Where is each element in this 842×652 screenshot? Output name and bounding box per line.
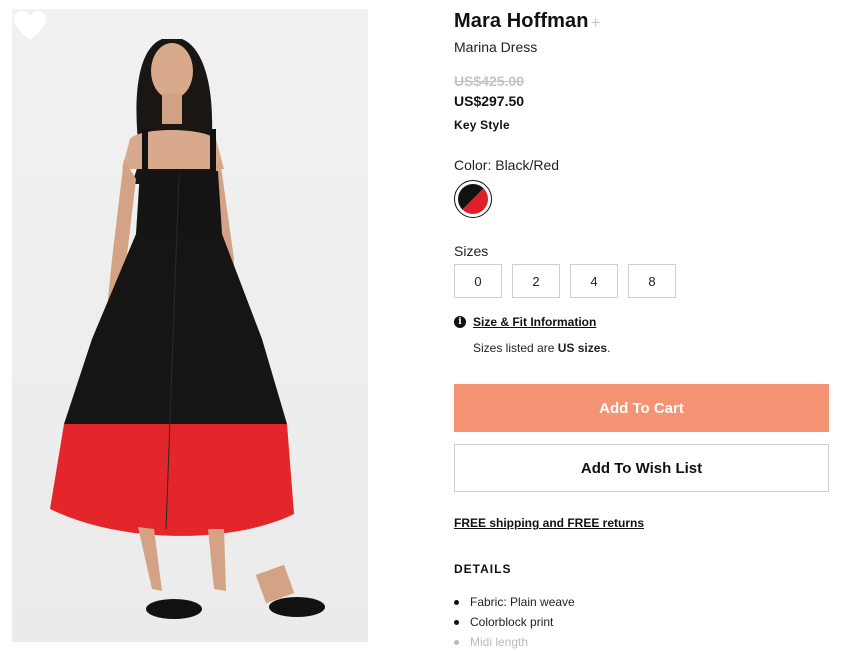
details-item: Fabric: Plain weave (454, 592, 575, 612)
info-icon: i (454, 316, 466, 328)
size-option-4[interactable]: 4 (570, 264, 618, 298)
key-style-badge: Key Style (454, 118, 510, 132)
details-item-text: Midi length (470, 635, 529, 649)
size-option-0[interactable]: 0 (454, 264, 502, 298)
details-list: Fabric: Plain weave Colorblock print Mid… (454, 592, 575, 652)
size-fit-link[interactable]: Size & Fit Information (473, 315, 596, 329)
sizes-note-suffix: . (607, 341, 611, 355)
bullet-icon (454, 639, 459, 645)
brand-follow-plus-icon[interactable]: + (591, 13, 601, 33)
details-item: Midi length (454, 632, 575, 652)
size-option-8[interactable]: 8 (628, 264, 676, 298)
details-item-text: Colorblock print (470, 615, 554, 629)
sizes-note: Sizes listed are US sizes. (473, 341, 610, 355)
add-to-cart-button[interactable]: Add To Cart (454, 384, 829, 432)
bullet-icon (454, 619, 459, 625)
size-fit-row: i Size & Fit Information (454, 315, 596, 329)
swatch-fill (458, 184, 488, 214)
color-swatch-black-red[interactable] (454, 180, 492, 218)
bullet-icon (454, 599, 459, 605)
free-shipping-link[interactable]: FREE shipping and FREE returns (454, 516, 644, 530)
brand-name[interactable]: Mara Hoffman (454, 10, 589, 33)
details-item: Colorblock print (454, 612, 575, 632)
add-to-wish-list-button[interactable]: Add To Wish List (454, 444, 829, 492)
details-heading: DETAILS (454, 562, 512, 576)
sizes-note-prefix: Sizes listed are (473, 341, 558, 355)
size-options: 0 2 4 8 (454, 264, 686, 298)
model-illustration (50, 39, 325, 619)
original-price: US$425.00 (454, 73, 525, 89)
sizes-note-bold: US sizes (557, 341, 608, 355)
brand-row: Mara Hoffman + (454, 10, 601, 33)
product-image[interactable] (12, 9, 368, 642)
size-option-2[interactable]: 2 (512, 264, 560, 298)
details-item-text: Fabric: Plain weave (470, 595, 575, 609)
sale-price: US$297.50 (454, 93, 525, 109)
product-name: Marina Dress (454, 39, 538, 55)
heart-icon[interactable] (12, 9, 48, 43)
sizes-label: Sizes (454, 243, 489, 259)
color-label: Color: Black/Red (454, 157, 560, 173)
